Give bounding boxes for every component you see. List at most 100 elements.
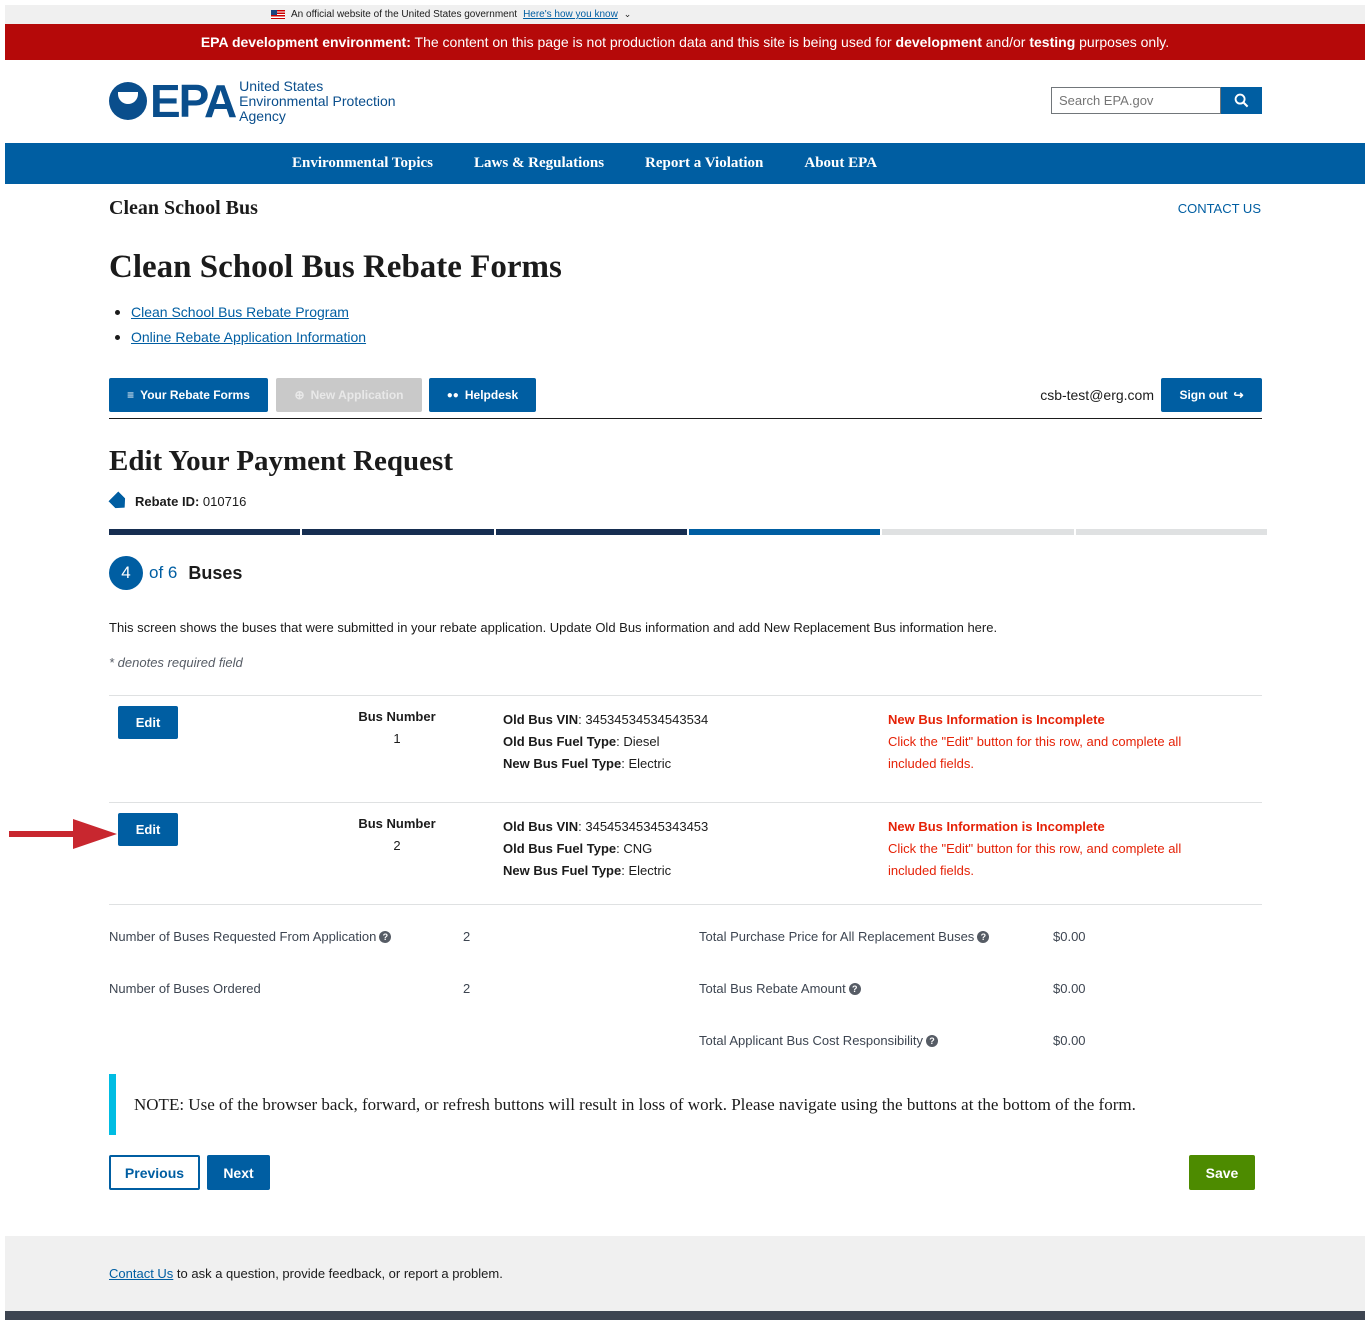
question-circle-icon[interactable]: ? xyxy=(848,982,861,995)
ordered-buses-label: Number of Buses Ordered xyxy=(109,981,261,996)
progress-segment xyxy=(882,529,1074,535)
application-info-link[interactable]: Online Rebate Application Information xyxy=(131,329,366,345)
total-rebate-amount: Total Bus Rebate Amount ? xyxy=(699,981,861,996)
nav-report-violation[interactable]: Report a Violation xyxy=(645,155,763,172)
bus-number-value: 2 xyxy=(393,838,401,853)
bus-number-label: Bus Number xyxy=(358,816,436,831)
old-fuel-label: Old Bus Fuel Type xyxy=(503,841,617,856)
nav-laws-regulations[interactable]: Laws & Regulations xyxy=(474,155,604,172)
total-purchase-price: Total Purchase Price for All Replacement… xyxy=(699,929,990,944)
old-vin-value: 34545345345343453 xyxy=(585,819,709,834)
your-rebate-forms-button[interactable]: ≡ Your Rebate Forms xyxy=(109,378,268,412)
new-fuel-label: New Bus Fuel Type xyxy=(503,863,622,878)
us-flag-icon xyxy=(271,10,285,19)
status-text: Click the "Edit" button for this row, an… xyxy=(888,734,1182,771)
step-total: of 6 xyxy=(149,563,178,582)
step-indicator: 4 of 6 Buses xyxy=(109,556,242,590)
question-circle-icon[interactable]: ? xyxy=(379,930,392,943)
people-icon: ●● xyxy=(446,389,459,401)
footer-message: to ask a question, provide feedback, or … xyxy=(173,1266,503,1281)
old-vin-label: Old Bus VIN xyxy=(503,712,579,727)
footer-text: Contact Us to ask a question, provide fe… xyxy=(109,1266,503,1281)
epa-logo[interactable]: EPA United States Environmental Protecti… xyxy=(109,78,396,124)
sign-out-button[interactable]: Sign out ↪ xyxy=(1161,378,1262,412)
bus-info: Old Bus VIN: 34534534534543534 Old Bus F… xyxy=(503,712,709,771)
rebate-id: Rebate ID: 010716 xyxy=(111,494,246,509)
progress-segment xyxy=(109,529,301,535)
ordered-buses: Number of Buses Ordered xyxy=(109,981,261,996)
dev-banner-text-1: The content on this page is not producti… xyxy=(410,34,896,50)
new-fuel-label: New Bus Fuel Type xyxy=(503,756,622,771)
footer-contact-link[interactable]: Contact Us xyxy=(109,1266,173,1281)
page: An official website of the United States… xyxy=(5,5,1365,1320)
previous-button[interactable]: Previous xyxy=(109,1155,200,1190)
total-rebate-amount-value: $0.00 xyxy=(1053,981,1086,996)
page-title: Clean School Bus Rebate Forms xyxy=(109,249,562,285)
progress-segment xyxy=(688,529,881,535)
progress-segment xyxy=(1075,529,1267,535)
search-form xyxy=(1051,87,1262,114)
dev-banner-bold-2: testing xyxy=(1029,34,1076,50)
question-circle-icon[interactable]: ? xyxy=(977,930,990,943)
step-number: 4 xyxy=(109,556,143,590)
search-input[interactable] xyxy=(1051,87,1221,114)
tag-icon xyxy=(108,491,129,512)
edit-bus-1-button[interactable]: Edit xyxy=(118,706,178,739)
nav-about-epa[interactable]: About EPA xyxy=(804,155,877,172)
new-application-button[interactable]: ⊕ New Application xyxy=(276,378,422,412)
bus-status: New Bus Information is Incomplete Click … xyxy=(888,709,1218,775)
dev-banner-text-2: and/or xyxy=(981,34,1030,50)
requested-buses-value: 2 xyxy=(463,929,471,944)
user-email: csb-test@erg.com xyxy=(1040,387,1154,403)
old-fuel-value: CNG xyxy=(623,841,653,856)
applicant-cost-label: Total Applicant Bus Cost Responsibility xyxy=(699,1033,924,1048)
footer-bar xyxy=(5,1311,1365,1320)
intro-text: This screen shows the buses that were su… xyxy=(109,620,998,635)
logo-text: EPA xyxy=(150,75,237,127)
question-circle-icon[interactable]: ? xyxy=(926,1034,939,1047)
chevron-down-icon[interactable]: ⌄ xyxy=(624,9,632,20)
old-fuel-label: Old Bus Fuel Type xyxy=(503,734,617,749)
search-icon xyxy=(1234,93,1249,108)
heres-how-link[interactable]: Here's how you know xyxy=(523,9,618,20)
contact-us-link[interactable]: CONTACT US xyxy=(1178,201,1261,216)
bus-status: New Bus Information is Incomplete Click … xyxy=(888,816,1218,882)
agency-line-1: United States xyxy=(239,77,324,94)
summary-divider xyxy=(109,904,1262,905)
site-title[interactable]: Clean School Bus xyxy=(109,197,258,220)
progress-segment xyxy=(495,529,687,535)
rebate-program-link[interactable]: Clean School Bus Rebate Program xyxy=(131,304,349,320)
page-footer: Contact Us to ask a question, provide fe… xyxy=(5,1236,1365,1311)
required-field-note: * denotes required field xyxy=(109,655,243,670)
helpdesk-button[interactable]: ●● Helpdesk xyxy=(429,378,536,412)
list-icon: ≡ xyxy=(127,388,135,402)
new-application-label: New Application xyxy=(310,388,404,402)
nav-environmental-topics[interactable]: Environmental Topics xyxy=(292,155,433,172)
related-links: Clean School Bus Rebate Program Online R… xyxy=(115,304,366,354)
status-text: Click the "Edit" button for this row, an… xyxy=(888,841,1182,878)
epa-seal-icon xyxy=(109,82,147,120)
agency-name: United States Environmental Protection A… xyxy=(239,77,395,124)
list-item: Clean School Bus Rebate Program xyxy=(115,304,366,329)
total-purchase-price-value: $0.00 xyxy=(1053,929,1086,944)
applicant-cost-value: $0.00 xyxy=(1053,1033,1086,1048)
old-fuel-value: Diesel xyxy=(623,734,660,749)
edit-bus-2-button[interactable]: Edit xyxy=(118,813,178,846)
dev-environment-banner: EPA development environment: The content… xyxy=(5,24,1365,60)
sign-out-label: Sign out xyxy=(1179,388,1228,402)
applicant-cost: Total Applicant Bus Cost Responsibility … xyxy=(699,1033,939,1048)
your-rebate-forms-label: Your Rebate Forms xyxy=(140,388,250,402)
next-button[interactable]: Next xyxy=(207,1155,270,1190)
site-header: EPA United States Environmental Protecti… xyxy=(5,60,1365,143)
requested-buses-label: Number of Buses Requested From Applicati… xyxy=(109,929,377,944)
bus-number-value: 1 xyxy=(393,731,401,746)
rebate-id-label: Rebate ID: xyxy=(135,494,200,509)
old-vin-value: 34534534534543534 xyxy=(585,712,709,727)
main-nav: Environmental Topics Laws & Regulations … xyxy=(5,143,1365,184)
status-title: New Bus Information is Incomplete xyxy=(888,819,1105,834)
save-button[interactable]: Save xyxy=(1189,1155,1255,1190)
bus-number-label: Bus Number xyxy=(358,709,436,724)
dev-banner-text-3: purposes only. xyxy=(1075,34,1170,50)
search-button[interactable] xyxy=(1221,87,1262,114)
note-text: NOTE: Use of the browser back, forward, … xyxy=(134,1094,1136,1114)
